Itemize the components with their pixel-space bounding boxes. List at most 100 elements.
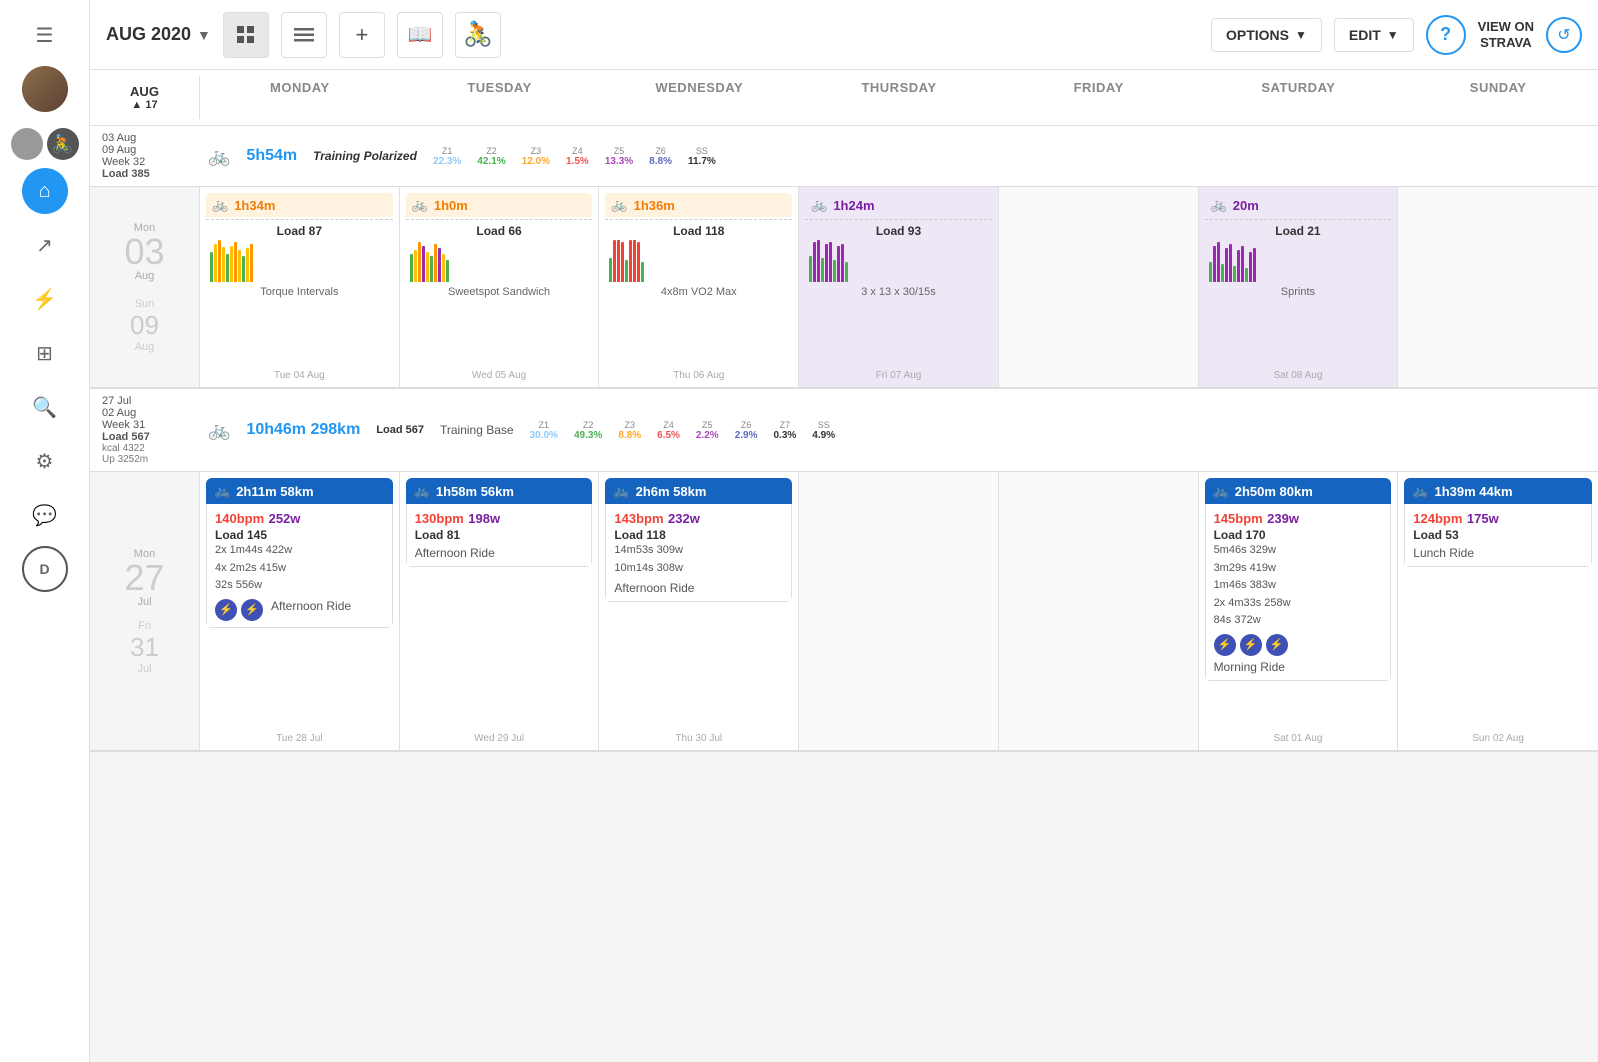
week1-fri-cell <box>999 187 1199 387</box>
week2-mon-cell[interactable]: 🚲 2h11m 58km 140bpm 252w Load 145 2x 1m4… <box>200 472 400 750</box>
week2-mon-header: 2h11m 58km <box>236 484 313 499</box>
edit-btn[interactable]: EDIT ▼ <box>1334 18 1414 52</box>
sidebar-lightning[interactable]: ⚡ <box>22 276 68 322</box>
add-event-btn[interactable]: + <box>339 12 385 58</box>
week2-tue-cell[interactable]: 🚲 1h58m 56km 130bpm 198w Load 81 Afterno… <box>400 472 600 750</box>
week2-mon-load: Load 145 <box>215 528 384 542</box>
week1-wed-cell[interactable]: 🚲 1h36m Load 118 <box>599 187 799 387</box>
week2-sat-header: 2h50m 80km <box>1235 484 1313 499</box>
week2-mon-activity[interactable]: 🚲 2h11m 58km 140bpm 252w Load 145 2x 1m4… <box>206 478 393 628</box>
week2-mon-watts: 252w <box>269 511 301 526</box>
week1-sat-cell[interactable]: 🚲 20m Load 21 <box>1199 187 1399 387</box>
header-wednesday: WEDNESDAY <box>599 76 799 119</box>
book-btn[interactable]: 📖 <box>397 12 443 58</box>
week2-tue-bike-icon: 🚲 <box>414 483 430 499</box>
week2-mon-act-body: 140bpm 252w Load 145 2x 1m44s 422w 4x 2m… <box>206 504 393 628</box>
aug-text: AUG <box>130 84 159 99</box>
week2-sun-act-name: Lunch Ride <box>1413 546 1583 560</box>
week1-duration: 5h54m <box>246 147 297 165</box>
week1-stats-content: 🚲 5h54m Training Polarized Z122.3% Z242.… <box>208 146 1590 167</box>
options-btn[interactable]: OPTIONS ▼ <box>1211 18 1322 52</box>
week2-wed-activity[interactable]: 🚲 2h6m 58km 143bpm 232w Load 118 14m53s … <box>605 478 792 602</box>
week2-mon-bpm-watts: 140bpm 252w <box>215 510 384 528</box>
week2-info: 27 Jul02 Aug Week 31 Load 567 kcal 4322 … <box>98 395 208 465</box>
week2-wed-act-name: Afternoon Ride <box>614 581 783 595</box>
week2-dates: 27 Jul02 Aug <box>102 395 208 419</box>
sidebar-disqus[interactable]: D <box>22 546 68 592</box>
sidebar-settings[interactable]: ⚙ <box>22 438 68 484</box>
week1-sat-title: Sprints <box>1205 284 1392 300</box>
edit-arrow-icon: ▼ <box>1387 28 1399 42</box>
week1-wed-bike-icon: 🚲 <box>611 197 627 213</box>
week2-sun-header: 1h39m 44km <box>1434 484 1512 499</box>
week1-sat-bike-icon: 🚲 <box>1211 197 1227 213</box>
strava-label: VIEW ONSTRAVA <box>1478 19 1534 50</box>
sidebar-home[interactable]: ⌂ <box>22 168 68 214</box>
week2-tue-activity[interactable]: 🚲 1h58m 56km 130bpm 198w Load 81 Afterno… <box>406 478 593 567</box>
week1-bike-icon: 🚲 <box>208 146 230 167</box>
week2-sat-lightning-2: ⚡ <box>1240 634 1262 656</box>
small-avatar-1[interactable] <box>11 128 43 160</box>
sidebar-chat[interactable]: 💬 <box>22 492 68 538</box>
week1-thu-date: Fri 07 Aug <box>805 366 992 381</box>
week2-mon-act-header: 🚲 2h11m 58km <box>206 478 393 504</box>
week2-mon-lightning-1: ⚡ <box>215 599 237 621</box>
week1-wed-chart <box>605 240 792 284</box>
week1-z4: Z41.5% <box>566 146 589 167</box>
week2-sat-lightning-1: ⚡ <box>1214 634 1236 656</box>
week1-sat-duration: 20m <box>1233 198 1259 213</box>
user-avatar[interactable] <box>22 66 68 112</box>
grid-view-btn[interactable] <box>223 12 269 58</box>
small-avatar-2[interactable]: 🚴 <box>47 128 79 160</box>
week2-ss: SS4.9% <box>812 420 835 441</box>
sidebar-trending[interactable]: ↗ <box>22 222 68 268</box>
week1-load-label: Load 385 <box>102 168 208 180</box>
week1-mon-cell[interactable]: 🚲 1h34m Load 87 <box>200 187 400 387</box>
week1-sat-workout[interactable]: 🚲 20m Load 21 <box>1205 193 1392 300</box>
week1-thu-workout[interactable]: 🚲 1h24m Load 93 <box>805 193 992 300</box>
week1-tue-workout[interactable]: 🚲 1h0m Load 66 <box>406 193 593 300</box>
week2-tue-load: Load 81 <box>415 528 584 542</box>
week2-mon-act-name: Afternoon Ride <box>271 599 351 621</box>
week2-sun-act-header: 🚲 1h39m 44km <box>1404 478 1592 504</box>
sidebar-schedule[interactable]: ⊞ <box>22 330 68 376</box>
week2-sat-lightning-group: ⚡ ⚡ ⚡ <box>1214 634 1383 656</box>
week1-tue-cell[interactable]: 🚲 1h0m Load 66 <box>400 187 600 387</box>
calendar: AUG ▲ 17 MONDAY TUESDAY WEDNESDAY THURSD… <box>90 70 1598 1062</box>
week1-thu-title: 3 x 13 x 30/15s <box>805 284 992 300</box>
strava-btn[interactable]: VIEW ONSTRAVA <box>1478 19 1534 50</box>
week2-sun-bike-icon: 🚲 <box>1412 483 1428 499</box>
week2-sat-activity[interactable]: 🚲 2h50m 80km 145bpm 239w Load 170 5m46s … <box>1205 478 1392 681</box>
week1-sun-label: Sun <box>135 298 155 310</box>
month-dropdown-icon: ▼ <box>197 27 211 43</box>
month-selector[interactable]: AUG 2020 ▼ <box>106 24 211 45</box>
header-friday: FRIDAY <box>999 76 1199 119</box>
refresh-btn[interactable]: ↺ <box>1546 17 1582 53</box>
help-btn[interactable]: ? <box>1426 15 1466 55</box>
week1-thu-cell[interactable]: 🚲 1h24m Load 93 <box>799 187 999 387</box>
week2-mon-intervals: 2x 1m44s 422w 4x 2m2s 415w 32s 556w <box>215 542 384 595</box>
sidebar-search[interactable]: 🔍 <box>22 384 68 430</box>
week1-stats-bar: 03 Aug09 Aug Week 32 Load 385 🚲 5h54m Tr… <box>90 126 1598 187</box>
week2-sun-bpm-watts: 124bpm 175w <box>1413 510 1583 528</box>
cyclist-icon-btn[interactable]: 🚴 <box>455 12 501 58</box>
list-view-btn[interactable] <box>281 12 327 58</box>
week2-z7: Z70.3% <box>774 420 797 441</box>
week1-z2: Z242.1% <box>477 146 505 167</box>
week1-week: Week 32 <box>102 156 208 168</box>
week2-sun-cell[interactable]: 🚲 1h39m 44km 124bpm 175w Load 53 Lunch R… <box>1398 472 1598 750</box>
week2-sun-activity[interactable]: 🚲 1h39m 44km 124bpm 175w Load 53 Lunch R… <box>1404 478 1592 567</box>
week2-wed-cell[interactable]: 🚲 2h6m 58km 143bpm 232w Load 118 14m53s … <box>599 472 799 750</box>
week1-thu-chart <box>805 240 992 284</box>
week2-sat-cell[interactable]: 🚲 2h50m 80km 145bpm 239w Load 170 5m46s … <box>1199 472 1399 750</box>
sidebar-menu[interactable]: ☰ <box>22 12 68 58</box>
week1-thu-header: 🚲 1h24m <box>805 193 992 217</box>
week1-mon-workout[interactable]: 🚲 1h34m Load 87 <box>206 193 393 300</box>
week1-thu-load: Load 93 <box>805 222 992 240</box>
week1-z3: Z312.0% <box>522 146 550 167</box>
week1-wed-workout[interactable]: 🚲 1h36m Load 118 <box>605 193 792 300</box>
header-monday: MONDAY <box>200 76 400 119</box>
avatar-group: 🚴 <box>11 128 79 160</box>
week1-row: Mon 03 Aug Sun 09 Aug 🚲 1h34m Load 87 <box>90 187 1598 389</box>
week2-up: Up 3252m <box>102 454 208 465</box>
